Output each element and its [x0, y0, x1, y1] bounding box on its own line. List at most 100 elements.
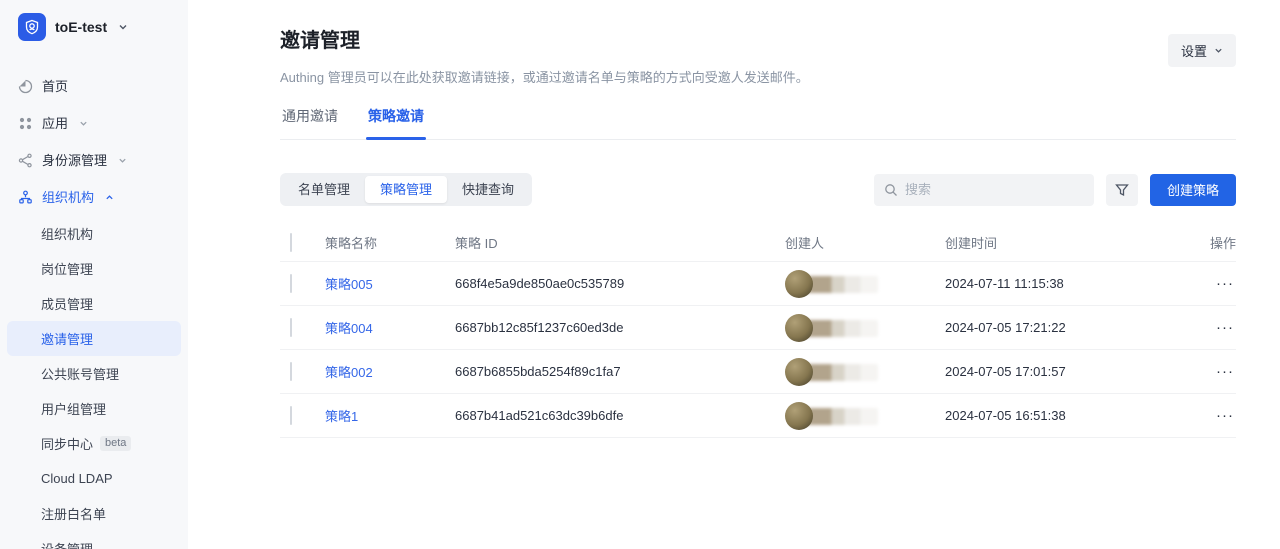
sidebar-subitem-public-account-mgmt[interactable]: 公共账号管理	[7, 356, 181, 391]
row-checkbox[interactable]	[290, 318, 292, 337]
sidebar-subitem-label: 注册白名单	[41, 504, 106, 523]
chevron-down-icon	[118, 156, 127, 165]
app-window: toE-test 首页 应用	[0, 0, 1280, 549]
sidebar-item-organization[interactable]: 组织机构	[0, 179, 188, 216]
creator-cell	[785, 270, 895, 298]
search-box	[874, 174, 1094, 206]
policy-table: 策略名称 策略 ID 创建人 创建时间 操作 策略005 668f4e5a9de…	[280, 224, 1236, 438]
tab-bar: 通用邀请 策略邀请	[280, 106, 1236, 140]
sidebar-subitem-label: 同步中心	[41, 434, 93, 453]
sidebar-subitem-label: 公共账号管理	[41, 364, 119, 383]
sidebar-subitem-registration-whitelist[interactable]: 注册白名单	[7, 496, 181, 531]
tab-general-invitation[interactable]: 通用邀请	[280, 106, 340, 139]
sidebar-subitem-sync-center[interactable]: 同步中心 beta	[7, 426, 181, 461]
policy-id: 6687bb12c85f1237c60ed3de	[455, 320, 785, 335]
avatar	[785, 402, 813, 430]
toolbar: 名单管理 策略管理 快捷查询 创建策略	[280, 173, 1236, 206]
avatar	[785, 314, 813, 342]
row-actions-menu[interactable]: ···	[1196, 280, 1236, 288]
segment-policy-mgmt[interactable]: 策略管理	[365, 176, 447, 203]
chevron-down-icon	[118, 22, 128, 32]
filter-icon	[1115, 183, 1129, 197]
row-actions-menu[interactable]: ···	[1196, 412, 1236, 420]
page-description: Authing 管理员可以在此处获取邀请链接，或通过邀请名单与策略的方式向受邀人…	[280, 67, 809, 86]
beta-badge: beta	[100, 436, 131, 451]
search-icon	[884, 183, 898, 197]
page-header: 邀请管理 Authing 管理员可以在此处获取邀请链接，或通过邀请名单与策略的方…	[280, 24, 1236, 86]
creator-cell	[785, 402, 895, 430]
creator-cell	[785, 358, 895, 386]
created-time: 2024-07-05 16:51:38	[945, 408, 1196, 423]
chevron-up-icon	[105, 193, 114, 202]
col-header-policy-id: 策略 ID	[455, 233, 785, 252]
row-checkbox[interactable]	[290, 274, 292, 293]
tab-policy-invitation[interactable]: 策略邀请	[366, 106, 426, 139]
table-row: 策略005 668f4e5a9de850ae0c535789 2024-07-1…	[280, 262, 1236, 306]
row-actions-menu[interactable]: ···	[1196, 324, 1236, 332]
policy-name-link[interactable]: 策略1	[325, 406, 455, 425]
col-header-policy-name: 策略名称	[325, 233, 455, 252]
create-policy-button[interactable]: 创建策略	[1150, 174, 1236, 206]
sidebar-subitem-org-structure[interactable]: 组织机构	[7, 216, 181, 251]
main-content: 邀请管理 Authing 管理员可以在此处获取邀请链接，或通过邀请名单与策略的方…	[188, 0, 1280, 549]
policy-id: 6687b41ad521c63dc39b6dfe	[455, 408, 785, 423]
table-row: 策略002 6687b6855bda5254f89c1fa7 2024-07-0…	[280, 350, 1236, 394]
sidebar-subitem-label: 设备管理	[41, 539, 93, 549]
segmented-control: 名单管理 策略管理 快捷查询	[280, 173, 532, 206]
policy-name-link[interactable]: 策略004	[325, 318, 455, 337]
sidebar-nav: 首页 应用	[0, 68, 188, 549]
row-actions-menu[interactable]: ···	[1196, 368, 1236, 376]
workspace-name: toE-test	[55, 19, 107, 35]
policy-name-link[interactable]: 策略002	[325, 362, 455, 381]
sidebar-item-apps[interactable]: 应用	[0, 105, 188, 142]
sidebar-subitem-label: 组织机构	[41, 224, 93, 243]
chevron-down-icon	[79, 119, 88, 128]
sidebar-subitem-label: Cloud LDAP	[41, 471, 113, 486]
table-header-row: 策略名称 策略 ID 创建人 创建时间 操作	[280, 224, 1236, 262]
sidebar-item-label: 应用	[42, 117, 68, 130]
select-all-checkbox[interactable]	[290, 233, 292, 252]
created-time: 2024-07-11 11:15:38	[945, 276, 1196, 291]
sidebar-item-home[interactable]: 首页	[0, 68, 188, 105]
created-time: 2024-07-05 17:21:22	[945, 320, 1196, 335]
sidebar-subitem-invitation-mgmt[interactable]: 邀请管理	[7, 321, 181, 356]
segment-list-mgmt[interactable]: 名单管理	[283, 176, 365, 203]
col-header-actions: 操作	[1196, 233, 1236, 252]
page-title: 邀请管理	[280, 24, 809, 53]
avatar	[785, 358, 813, 386]
sidebar-subitem-member-mgmt[interactable]: 成员管理	[7, 286, 181, 321]
dashboard-icon	[18, 79, 33, 94]
sidebar-subitem-device-mgmt[interactable]: 设备管理	[7, 531, 181, 549]
workspace-switcher[interactable]: toE-test	[0, 12, 188, 42]
table-row: 策略004 6687bb12c85f1237c60ed3de 2024-07-0…	[280, 306, 1236, 350]
sidebar: toE-test 首页 应用	[0, 0, 188, 549]
share-icon	[18, 153, 33, 168]
policy-name-link[interactable]: 策略005	[325, 274, 455, 293]
sidebar-item-label: 组织机构	[42, 191, 94, 204]
row-checkbox[interactable]	[290, 362, 292, 381]
creator-cell	[785, 314, 895, 342]
sidebar-subitem-label: 用户组管理	[41, 399, 106, 418]
filter-button[interactable]	[1106, 174, 1138, 206]
org-icon	[18, 190, 33, 205]
sidebar-subitem-label: 成员管理	[41, 294, 93, 313]
sidebar-subitem-label: 岗位管理	[41, 259, 93, 278]
chevron-down-icon	[1214, 46, 1223, 55]
search-input[interactable]	[905, 182, 1084, 197]
apps-icon	[18, 116, 33, 131]
sidebar-subitem-label: 邀请管理	[41, 329, 93, 348]
sidebar-subitem-user-group-mgmt[interactable]: 用户组管理	[7, 391, 181, 426]
col-header-created-time: 创建时间	[945, 233, 1196, 252]
sidebar-subitem-cloud-ldap[interactable]: Cloud LDAP	[7, 461, 181, 496]
shield-icon	[18, 13, 46, 41]
avatar	[785, 270, 813, 298]
segment-quick-query[interactable]: 快捷查询	[447, 176, 529, 203]
sidebar-item-identity-sources[interactable]: 身份源管理	[0, 142, 188, 179]
policy-id: 6687b6855bda5254f89c1fa7	[455, 364, 785, 379]
policy-id: 668f4e5a9de850ae0c535789	[455, 276, 785, 291]
row-checkbox[interactable]	[290, 406, 292, 425]
settings-button[interactable]: 设置	[1168, 34, 1236, 67]
settings-button-label: 设置	[1181, 41, 1207, 60]
created-time: 2024-07-05 17:01:57	[945, 364, 1196, 379]
sidebar-subitem-position-mgmt[interactable]: 岗位管理	[7, 251, 181, 286]
